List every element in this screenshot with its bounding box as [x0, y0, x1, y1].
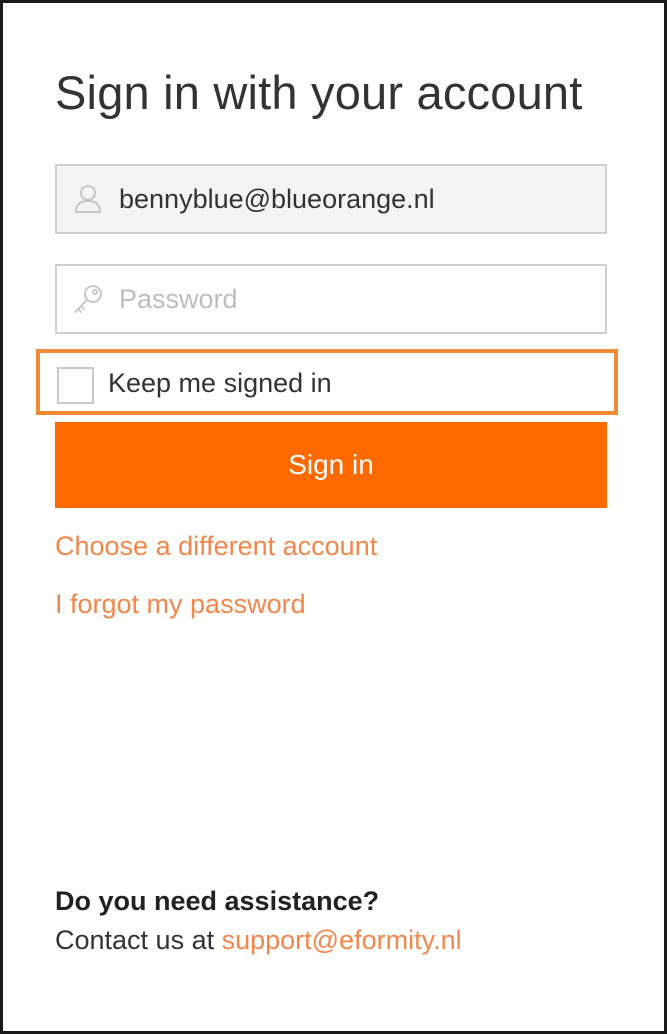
page-title: Sign in with your account [55, 66, 583, 119]
assistance-heading: Do you need assistance? [55, 886, 380, 916]
contact-line: Contact us at support@eformity.nl [55, 925, 462, 956]
user-icon [57, 166, 119, 232]
support-email-link[interactable]: support@eformity.nl [222, 925, 462, 955]
password-field[interactable] [55, 264, 607, 334]
keep-signed-in-row[interactable]: Keep me signed in [36, 349, 618, 415]
choose-different-account-link[interactable]: Choose a different account [55, 531, 377, 562]
keep-signed-in-checkbox[interactable] [57, 367, 94, 404]
key-icon [57, 266, 119, 332]
forgot-password-link[interactable]: I forgot my password [55, 589, 306, 620]
sign-in-button[interactable]: Sign in [55, 422, 607, 508]
contact-prefix: Contact us at [55, 925, 222, 955]
email-input[interactable] [119, 166, 599, 232]
keep-signed-in-label[interactable]: Keep me signed in [108, 368, 332, 399]
email-field[interactable] [55, 164, 607, 234]
password-input[interactable] [119, 266, 599, 332]
signin-panel: Sign in with your account Keep me signed… [0, 0, 667, 1034]
